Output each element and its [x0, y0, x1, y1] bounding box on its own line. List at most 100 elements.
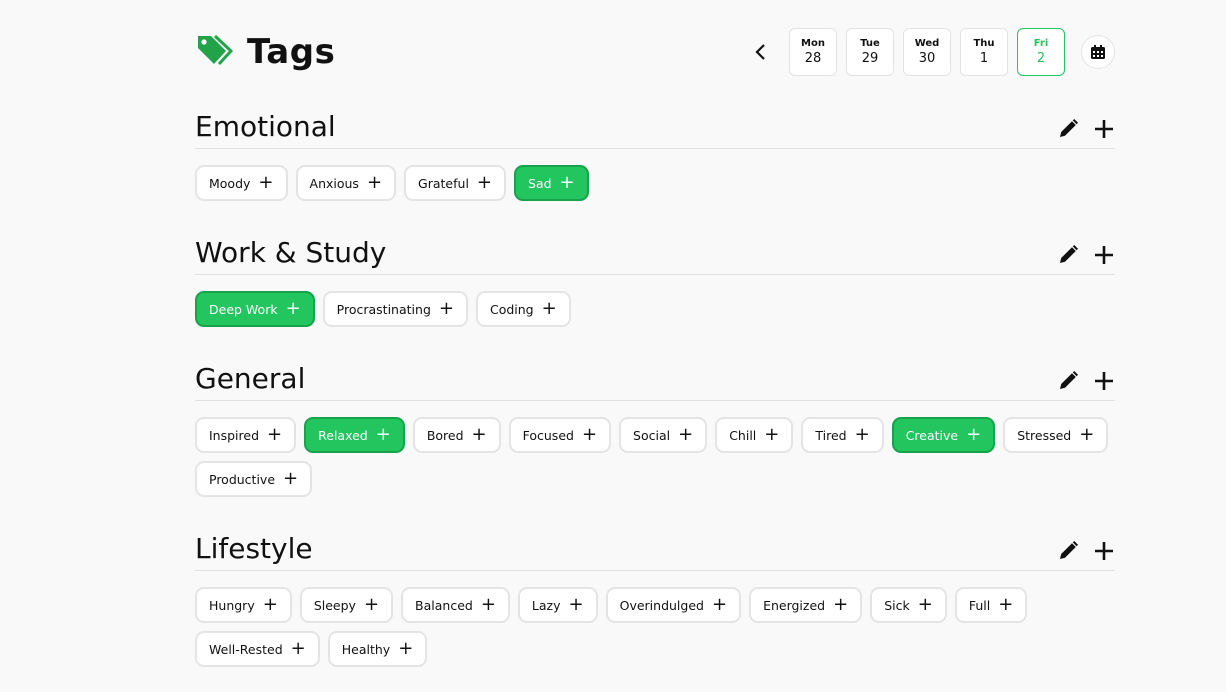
- plus-icon: +: [541, 298, 557, 319]
- tag-label: Creative: [905, 427, 959, 443]
- tag-label: Overindulged: [619, 597, 704, 613]
- tag-chip[interactable]: Well-Rested +: [195, 631, 320, 667]
- chevron-left-icon[interactable]: [741, 28, 781, 76]
- section-header: Work & Study: [195, 234, 1115, 275]
- section-actions: [1057, 540, 1115, 566]
- header: Tags Mon 28 Tue 29 Wed 30 Thu 1 Fri 2: [195, 28, 1115, 76]
- day-date: 1: [979, 51, 989, 66]
- tag-chip[interactable]: Anxious +: [295, 165, 397, 201]
- tag-chip[interactable]: Lazy +: [517, 587, 598, 623]
- pencil-icon[interactable]: [1057, 370, 1079, 392]
- tag-chip[interactable]: Energized +: [749, 587, 863, 623]
- tag-label: Full: [968, 597, 991, 613]
- day-date: 2: [1036, 51, 1046, 66]
- pencil-icon[interactable]: [1057, 244, 1079, 266]
- day-name: Mon: [801, 38, 825, 49]
- day-thu[interactable]: Thu 1: [960, 28, 1008, 76]
- plus-icon: +: [480, 594, 496, 615]
- tag-chip[interactable]: Inspired +: [195, 417, 297, 453]
- tag-section: General Inspired + Relaxed + Bored + Focused + So…: [195, 360, 1115, 497]
- tag-label: Well-Rested: [209, 641, 283, 657]
- plus-icon[interactable]: [1093, 118, 1115, 140]
- tag-label: Balanced: [415, 597, 473, 613]
- section-title: General: [195, 362, 306, 395]
- tag-label: Moody: [209, 175, 251, 191]
- tag-chip[interactable]: Deep Work +: [195, 291, 315, 327]
- tag-sections: Emotional Moody + Anxious + Grateful + Sad + Work…: [195, 108, 1115, 667]
- tag-section: Lifestyle Hungry + Sleepy + Balanced + Lazy + Ove…: [195, 530, 1115, 667]
- plus-icon: +: [285, 298, 301, 319]
- pencil-icon[interactable]: [1057, 118, 1079, 140]
- plus-icon: +: [711, 594, 728, 615]
- plus-icon: +: [375, 424, 391, 445]
- tag-chip[interactable]: Sick +: [870, 587, 947, 623]
- tag-section: Emotional Moody + Anxious + Grateful + Sad +: [195, 108, 1115, 201]
- day-date: 28: [804, 51, 822, 66]
- pencil-icon[interactable]: [1057, 540, 1079, 562]
- plus-icon: +: [476, 172, 493, 193]
- section-header: Emotional: [195, 108, 1115, 149]
- day-fri[interactable]: Fri 2: [1017, 28, 1065, 76]
- tag-chip[interactable]: Overindulged +: [605, 587, 742, 623]
- tag-chip[interactable]: Chill +: [715, 417, 794, 453]
- tag-chip[interactable]: Hungry +: [195, 587, 292, 623]
- tag-chip[interactable]: Bored +: [412, 417, 501, 453]
- date-selector: Mon 28 Tue 29 Wed 30 Thu 1 Fri 2: [741, 28, 1115, 76]
- tag-label: Social: [633, 427, 671, 443]
- tag-list: Inspired + Relaxed + Bored + Focused + Social + Ch…: [195, 417, 1115, 497]
- section-title: Work & Study: [195, 236, 387, 269]
- tag-label: Deep Work: [209, 301, 278, 317]
- day-tue[interactable]: Tue 29: [846, 28, 894, 76]
- day-name: Fri: [1033, 38, 1049, 49]
- tag-list: Hungry + Sleepy + Balanced + Lazy + Overindulged…: [195, 587, 1115, 667]
- tag-label: Sick: [884, 597, 910, 613]
- tag-label: Lazy: [531, 597, 561, 613]
- plus-icon: +: [966, 424, 982, 445]
- calendar-icon[interactable]: [1081, 35, 1115, 69]
- tag-label: Productive: [209, 471, 276, 487]
- tag-label: Coding: [489, 301, 534, 317]
- tag-chip[interactable]: Tired +: [801, 417, 884, 453]
- page-title: Tags: [247, 32, 336, 72]
- day-wed[interactable]: Wed 30: [903, 28, 951, 76]
- tag-chip[interactable]: Coding +: [475, 291, 571, 327]
- tag-chip[interactable]: Social +: [619, 417, 708, 453]
- plus-icon[interactable]: [1093, 370, 1115, 392]
- plus-icon: +: [854, 424, 870, 445]
- plus-icon: +: [366, 172, 383, 193]
- brand: Tags: [195, 32, 335, 72]
- tag-label: Procrastinating: [336, 301, 431, 317]
- tag-chip[interactable]: Stressed +: [1003, 417, 1109, 453]
- section-actions: [1057, 118, 1115, 144]
- tag-chip[interactable]: Relaxed +: [304, 417, 405, 453]
- section-title: Lifestyle: [195, 532, 313, 565]
- tag-chip[interactable]: Full +: [954, 587, 1028, 623]
- tag-list: Moody + Anxious + Grateful + Sad +: [195, 165, 1115, 201]
- section-actions: [1057, 370, 1115, 396]
- plus-icon[interactable]: [1093, 540, 1115, 562]
- plus-icon: +: [363, 594, 380, 615]
- tag-chip[interactable]: Creative +: [891, 417, 996, 453]
- day-mon[interactable]: Mon 28: [789, 28, 837, 76]
- tag-label: Bored: [426, 427, 464, 443]
- tag-label: Sad: [528, 175, 552, 191]
- plus-icon[interactable]: [1093, 244, 1115, 266]
- tag-chip[interactable]: Focused +: [508, 417, 612, 453]
- tag-chip[interactable]: Balanced +: [401, 587, 510, 623]
- tag-chip[interactable]: Procrastinating +: [322, 291, 468, 327]
- section-title: Emotional: [195, 110, 336, 143]
- plus-icon: +: [398, 638, 414, 659]
- tag-chip[interactable]: Moody +: [195, 165, 288, 201]
- tag-chip[interactable]: Healthy +: [327, 631, 428, 667]
- tag-chip[interactable]: Sleepy +: [299, 587, 394, 623]
- tag-label: Chill: [729, 427, 757, 443]
- plus-icon: +: [283, 468, 299, 489]
- tag-label: Tired: [815, 427, 847, 443]
- tag-label: Energized: [763, 597, 826, 613]
- tag-chip[interactable]: Grateful +: [404, 165, 507, 201]
- tag-chip[interactable]: Productive +: [195, 461, 313, 497]
- plus-icon: +: [998, 594, 1014, 615]
- plus-icon: +: [559, 172, 575, 193]
- tag-chip[interactable]: Sad +: [514, 165, 589, 201]
- tag-label: Healthy: [341, 641, 391, 657]
